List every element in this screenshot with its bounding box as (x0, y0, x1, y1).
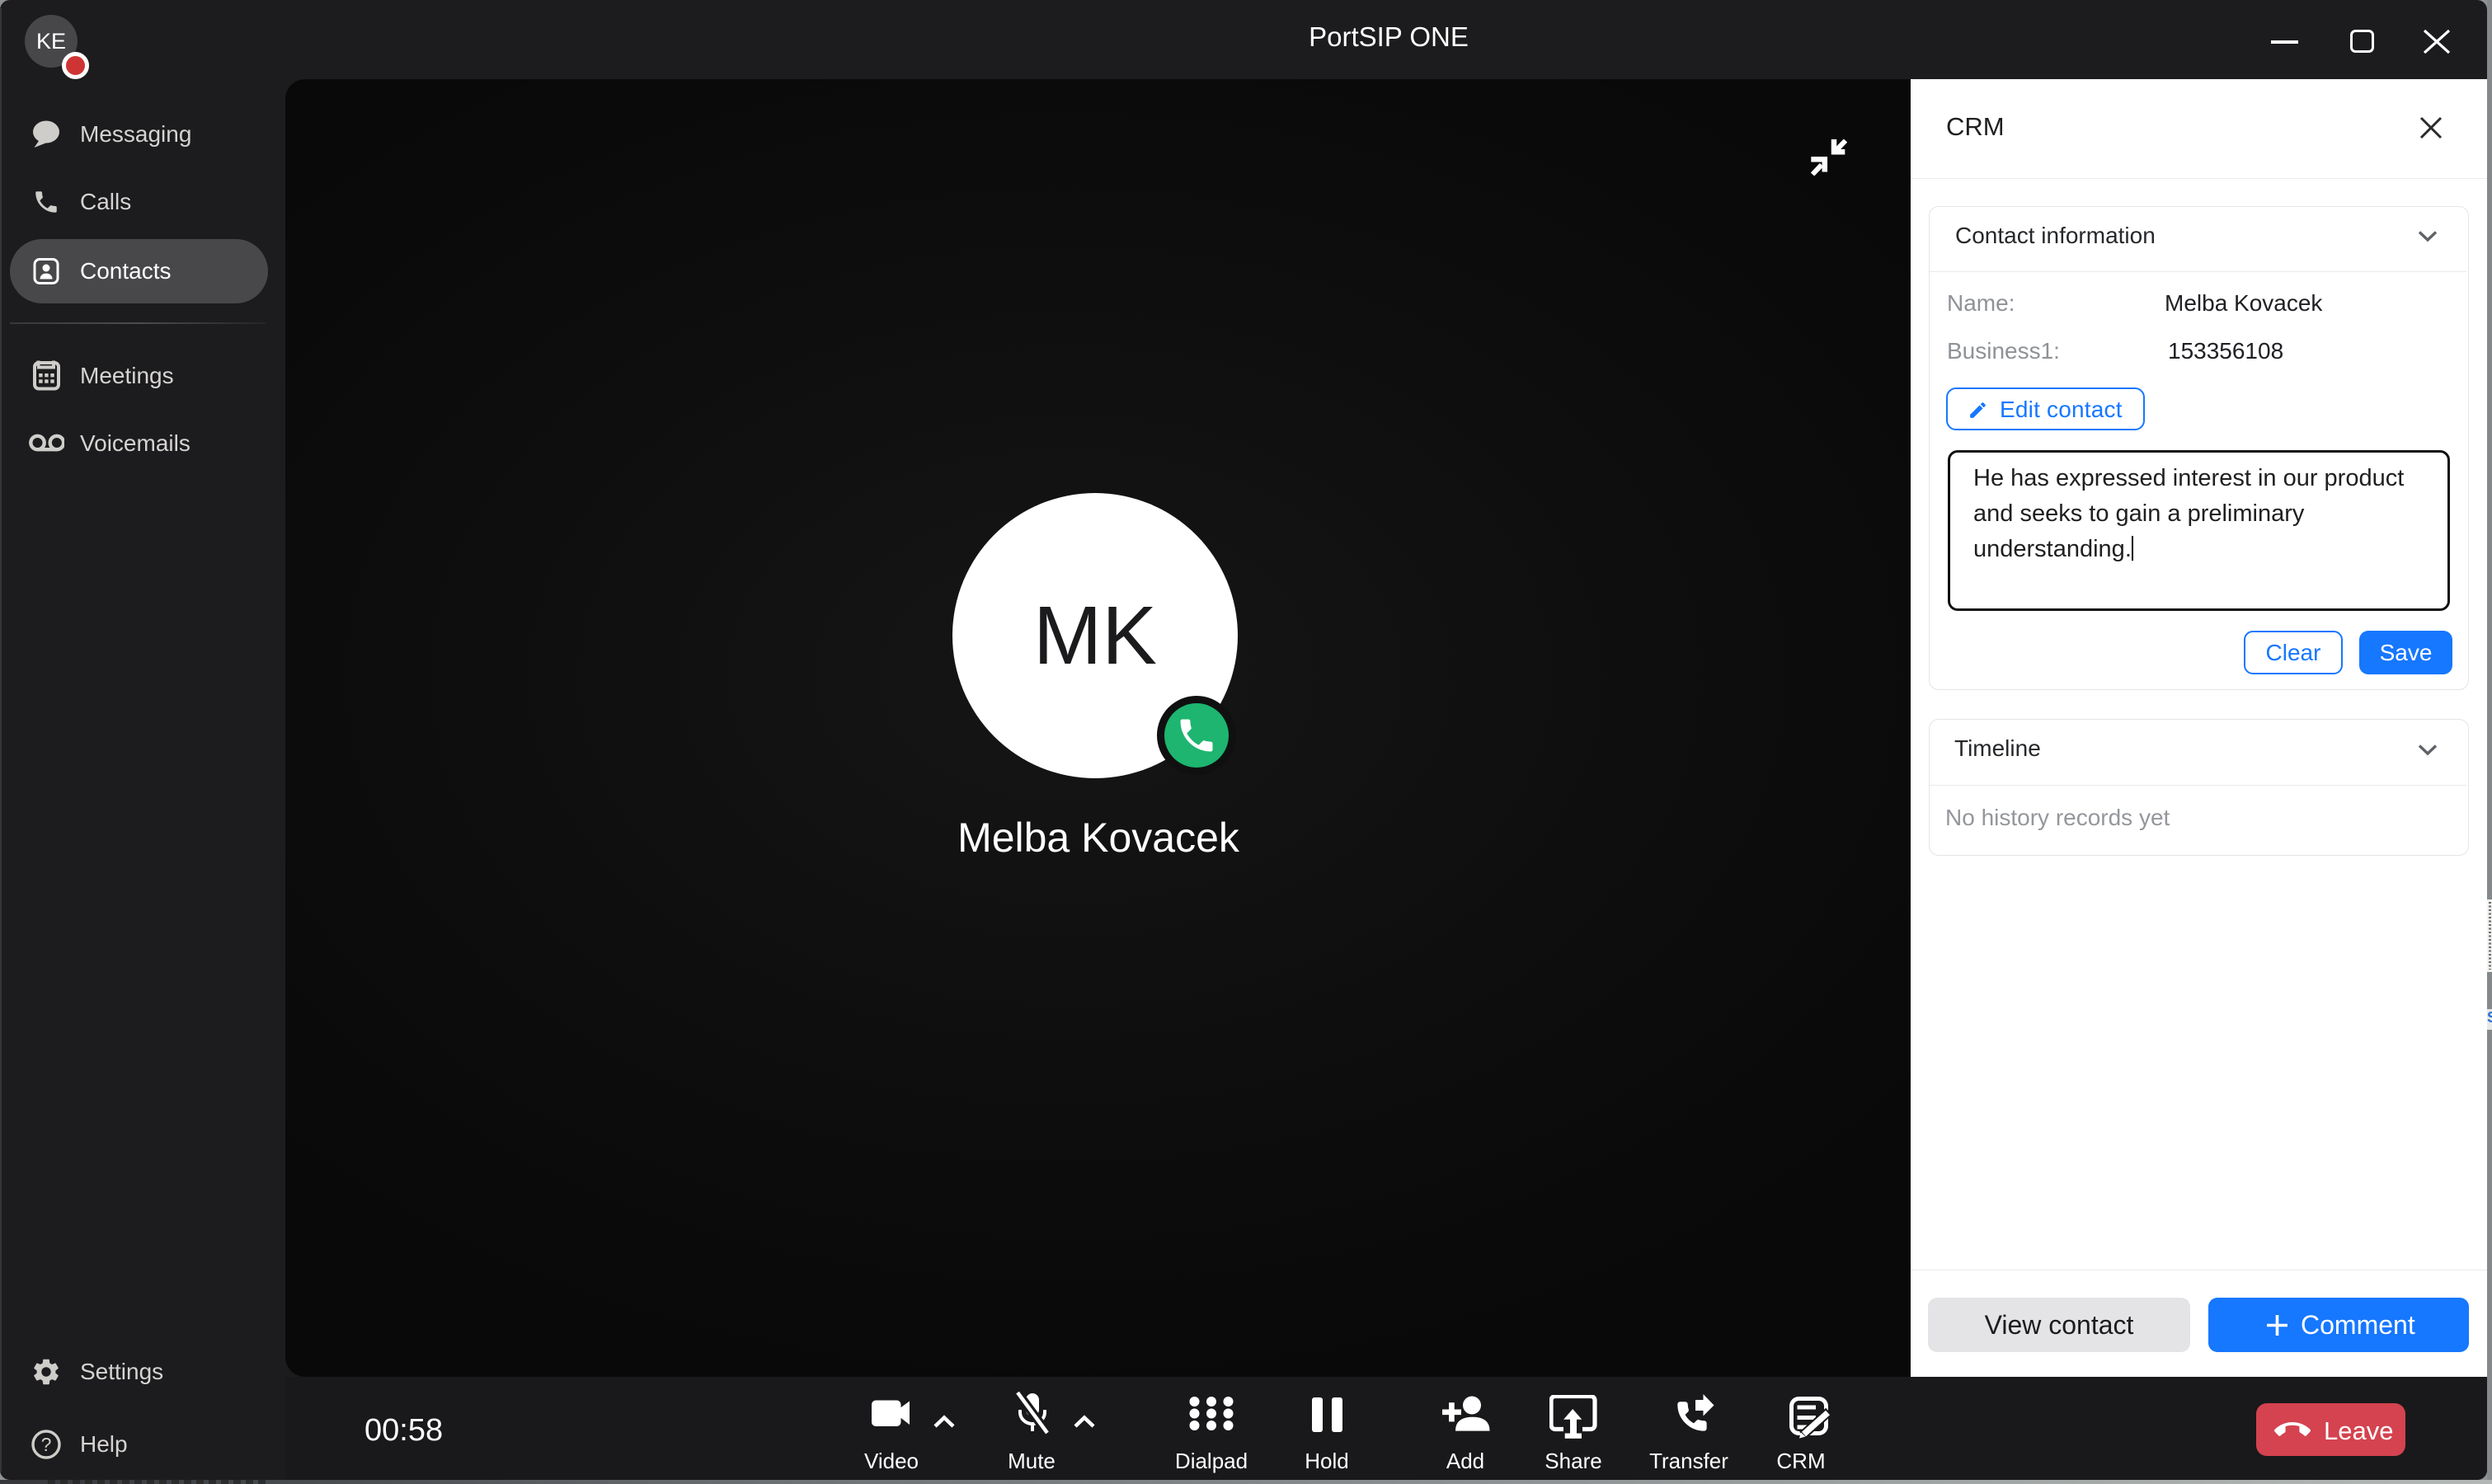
svg-text:?: ? (41, 1434, 52, 1455)
